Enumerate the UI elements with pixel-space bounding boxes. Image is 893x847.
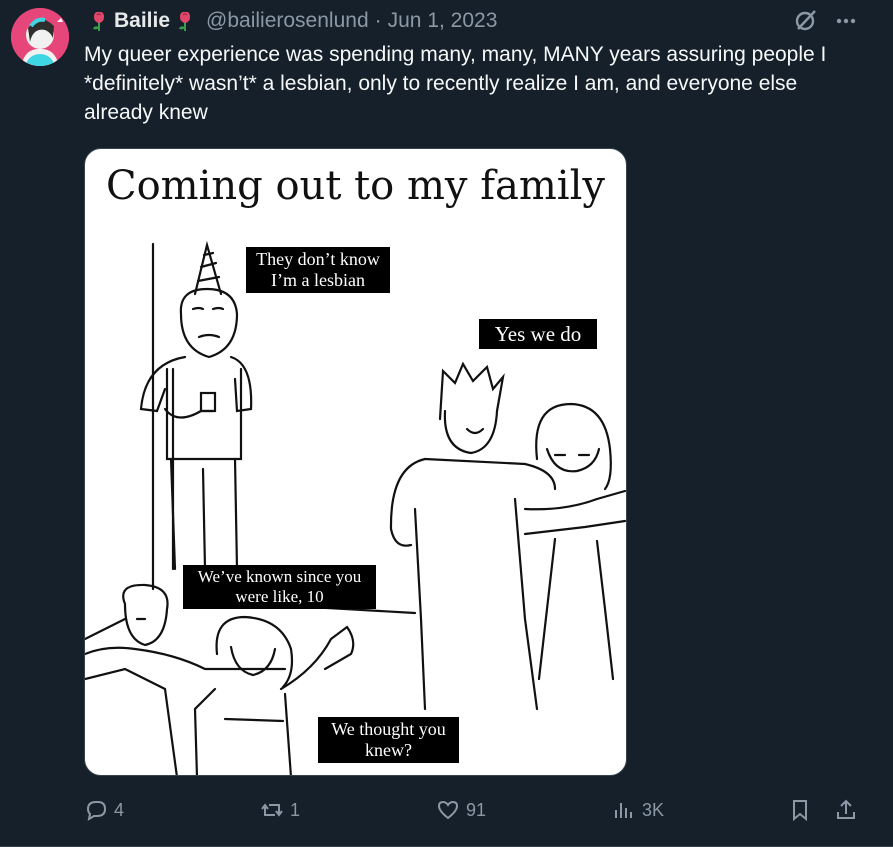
rose-emoji bbox=[174, 10, 196, 32]
meme-illustration bbox=[85, 240, 626, 775]
author-name[interactable]: Bailie bbox=[114, 9, 170, 33]
bookmark-button[interactable] bbox=[788, 792, 818, 828]
meme-title: Coming out to my family bbox=[105, 163, 605, 209]
heart-icon bbox=[437, 800, 459, 820]
views-icon bbox=[615, 803, 632, 818]
bookmark-icon bbox=[793, 800, 807, 822]
more-icon[interactable] bbox=[833, 8, 859, 34]
caption-they-dont-know: They don’t know I’m a lesbian bbox=[246, 247, 390, 293]
caption-we-thought: We thought you knew? bbox=[318, 717, 459, 763]
caption-weve-known: We’ve known since you were like, 10 bbox=[183, 565, 376, 609]
caption-line: I’m a lesbian bbox=[271, 270, 365, 290]
avatar[interactable] bbox=[11, 8, 69, 66]
caption-yes-we-do: Yes we do bbox=[479, 319, 597, 349]
author-handle[interactable]: @bailierosenlund bbox=[206, 9, 369, 33]
reply-count: 4 bbox=[114, 799, 125, 820]
share-button[interactable] bbox=[834, 792, 864, 828]
separator: · bbox=[374, 9, 382, 32]
grok-icon[interactable] bbox=[793, 7, 819, 33]
share-icon bbox=[837, 799, 855, 819]
caption-line: Yes we do bbox=[494, 322, 582, 346]
views-button[interactable]: 3K bbox=[612, 792, 664, 828]
like-button[interactable]: 91 bbox=[436, 792, 486, 828]
repost-icon bbox=[261, 803, 283, 817]
reply-button[interactable]: 4 bbox=[84, 792, 124, 828]
caption-line: We’ve known since you bbox=[197, 567, 362, 586]
repost-count: 1 bbox=[290, 799, 301, 820]
caption-line: knew? bbox=[365, 740, 412, 760]
reply-icon bbox=[86, 801, 107, 822]
repost-button[interactable]: 1 bbox=[260, 792, 300, 828]
post-media[interactable]: Coming out to my family They don’t know … bbox=[84, 148, 627, 776]
caption-line: We thought you bbox=[331, 719, 446, 739]
like-count: 91 bbox=[466, 799, 487, 820]
post-header: Bailie @bailierosenlund · Jun 1, 2023 bbox=[84, 6, 497, 36]
rose-emoji bbox=[88, 10, 110, 32]
caption-line: They don’t know bbox=[256, 249, 380, 269]
avatar-image bbox=[11, 8, 69, 66]
caption-line: were like, 10 bbox=[235, 587, 324, 606]
post-date[interactable]: Jun 1, 2023 bbox=[388, 9, 498, 33]
action-bar: 4 1 91 3K bbox=[84, 792, 874, 828]
post-text: My queer experience was spending many, m… bbox=[84, 43, 827, 124]
views-count: 3K bbox=[642, 799, 665, 820]
